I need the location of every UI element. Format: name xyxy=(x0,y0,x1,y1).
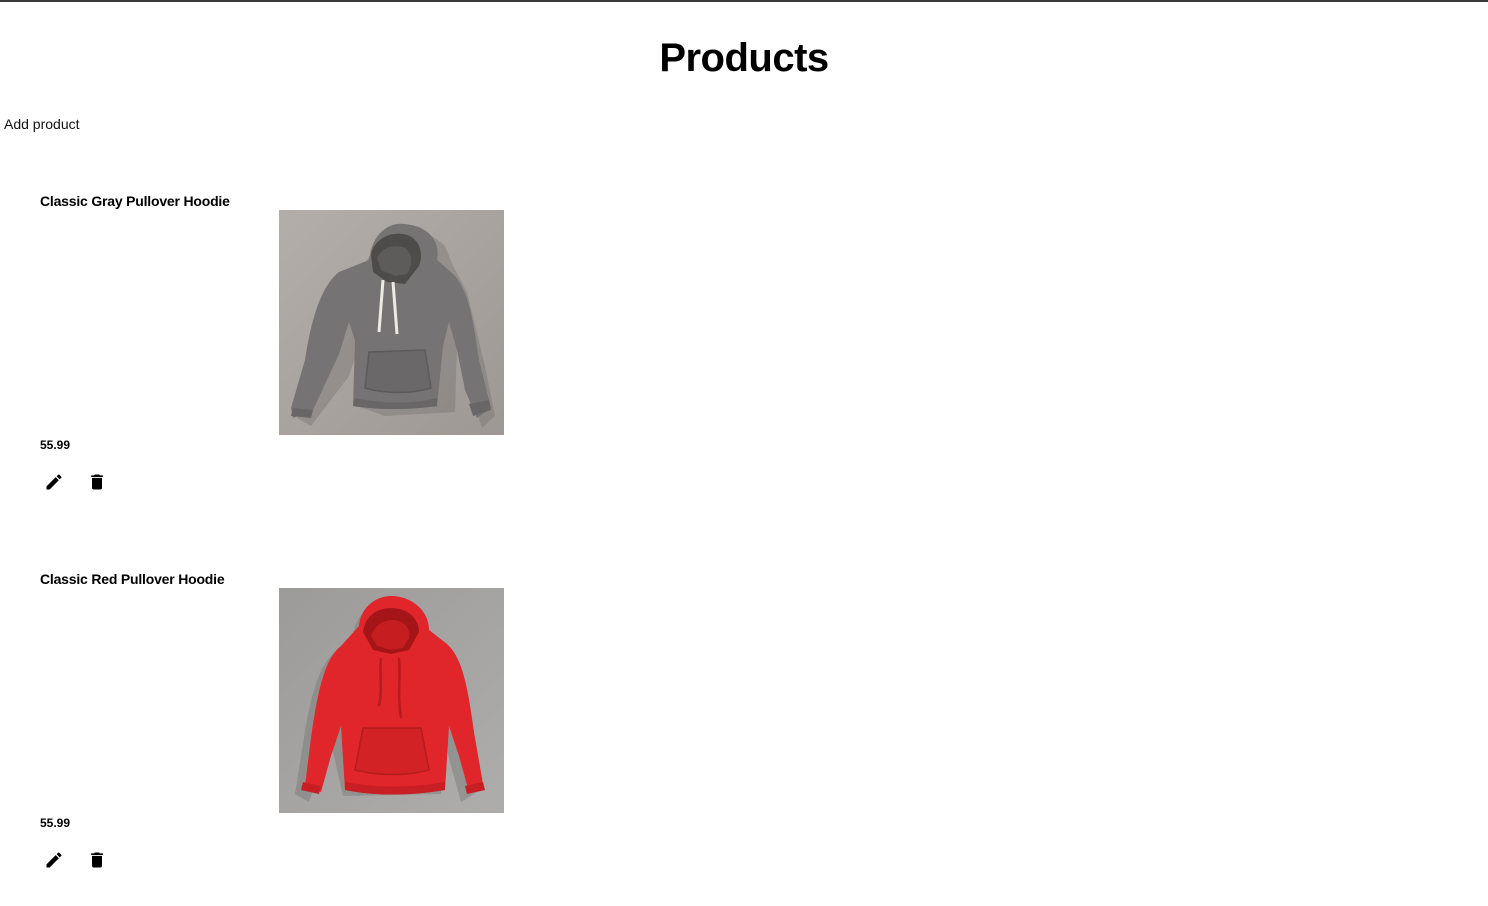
add-product-link[interactable]: Add product xyxy=(4,115,80,133)
product-name: Classic Gray Pullover Hoodie xyxy=(40,193,230,209)
product-price: 55.99 xyxy=(40,438,71,452)
edit-button[interactable] xyxy=(42,848,66,872)
product-card: Classic Gray Pullover Hoodie 55.99 xyxy=(0,188,600,528)
top-border xyxy=(0,0,1488,2)
gray-hoodie-image xyxy=(279,210,504,435)
page-title: Products xyxy=(659,36,829,80)
pencil-icon xyxy=(46,852,62,868)
delete-button[interactable] xyxy=(85,848,109,872)
product-name: Classic Red Pullover Hoodie xyxy=(40,571,225,587)
product-price: 55.99 xyxy=(40,816,71,830)
red-hoodie-image xyxy=(279,588,504,813)
trash-icon xyxy=(91,474,103,490)
product-card: Classic Red Pullover Hoodie 55.99 xyxy=(0,566,600,906)
edit-button[interactable] xyxy=(42,470,66,494)
trash-icon xyxy=(91,852,103,868)
delete-button[interactable] xyxy=(85,470,109,494)
pencil-icon xyxy=(46,474,62,490)
